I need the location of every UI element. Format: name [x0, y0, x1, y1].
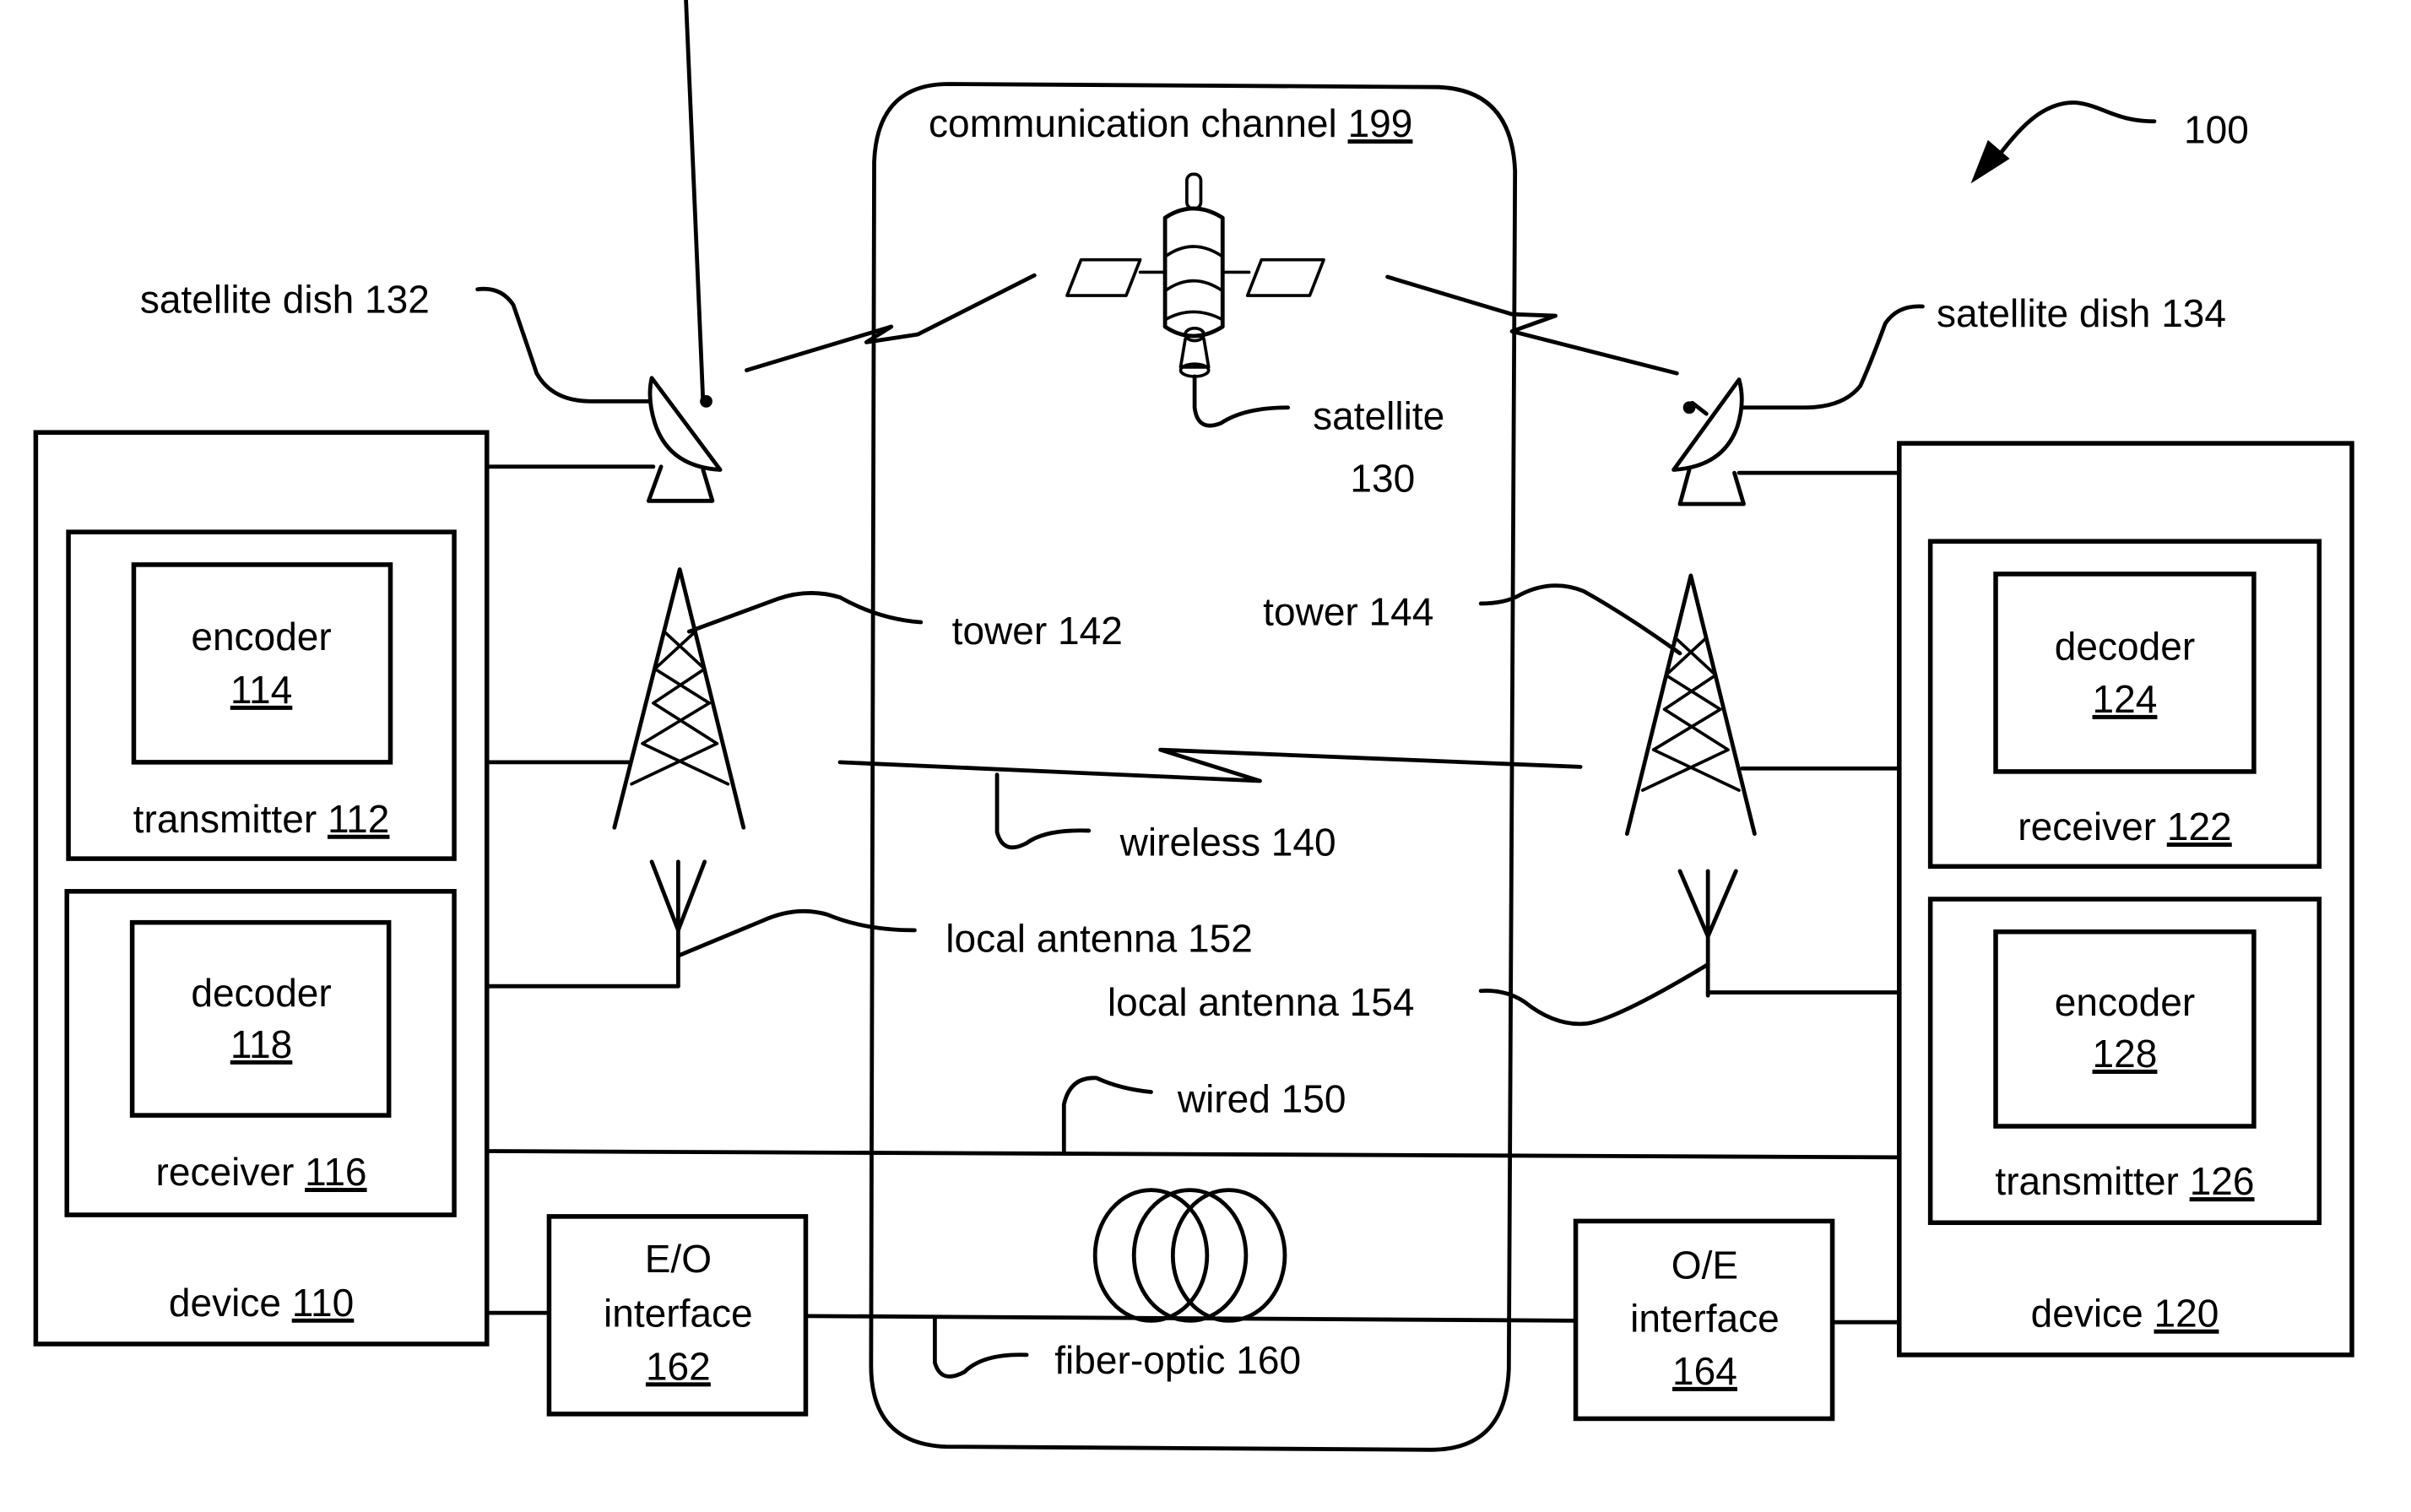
- eo-line1: E/O: [645, 1237, 712, 1281]
- decoder-124-label: decoder: [2055, 624, 2195, 668]
- fiber-leader-line: [932, 1317, 1029, 1379]
- svg-text:transmitter 126: transmitter 126: [1995, 1159, 2254, 1203]
- tower-left-label: tower 142: [952, 609, 1123, 653]
- receiver-116-label: receiver: [156, 1150, 295, 1194]
- satellite-link-right: [1385, 274, 1679, 376]
- communication-system-diagram: 100 communication channel 199 satellite …: [33, 0, 2354, 1452]
- eo-line2: interface: [604, 1292, 753, 1336]
- encoder-128-ref: 128: [2093, 1032, 2158, 1076]
- dish-right-label: satellite dish 134: [1937, 291, 2226, 335]
- figure-reference: 100: [1970, 100, 2249, 184]
- svg-text:device 120: device 120: [2031, 1292, 2219, 1336]
- satellite-dish-left-icon: [646, 0, 723, 503]
- transmitter-126-ref: 126: [2190, 1159, 2255, 1203]
- antenna-right-leader-line: [1478, 962, 1710, 1027]
- svg-text:receiver 122: receiver 122: [2018, 805, 2231, 848]
- wired-label: wired 150: [1177, 1076, 1346, 1120]
- satellite-dish-right-icon: [1671, 377, 1746, 507]
- decoder-124-box: [1993, 572, 2257, 774]
- encoder-114-box: [131, 562, 393, 765]
- decoder-118-box: [129, 919, 392, 1118]
- encoder-128-label: encoder: [2055, 980, 2195, 1024]
- oe-line1: O/E: [1671, 1244, 1738, 1287]
- antenna-left-icon: [649, 859, 707, 989]
- encoder-114-label: encoder: [191, 615, 331, 658]
- fiber-coil-icon: [1092, 1188, 1287, 1323]
- satellite-label: satellite: [1313, 394, 1444, 438]
- device-120-label: device: [2031, 1292, 2143, 1336]
- tower-right-label: tower 144: [1263, 590, 1433, 634]
- encoder-114-ref: 114: [230, 668, 292, 712]
- decoder-118-label: decoder: [191, 971, 331, 1015]
- device-110: encoder 114 transmitter 112 decoder 118 …: [33, 430, 490, 1347]
- satellite-ref: 130: [1350, 456, 1415, 500]
- svg-text:device 110: device 110: [169, 1281, 354, 1325]
- antenna-left-label: local antenna 152: [945, 917, 1253, 961]
- encoder-128-box: [1993, 929, 2257, 1129]
- wireless-leader-line: [994, 772, 1092, 850]
- receiver-116-ref: 116: [305, 1150, 366, 1194]
- antenna-right-label: local antenna 154: [1108, 980, 1415, 1024]
- wireless-label: wireless 140: [1119, 820, 1336, 864]
- channel-ref: 199: [1348, 101, 1413, 145]
- dish-right-leader-line: [1740, 304, 1925, 410]
- svg-text:transmitter 112: transmitter 112: [133, 797, 390, 841]
- satellite-icon: [1065, 172, 1325, 378]
- tower-left-leader-line: [686, 591, 924, 634]
- dish-left-leader-line: [475, 286, 653, 404]
- oe-line2: interface: [1630, 1296, 1780, 1340]
- svg-text:receiver 116: receiver 116: [156, 1150, 367, 1194]
- fiber-link-left: [804, 1314, 1578, 1323]
- svg-text:communication channel: communication channel 199: [929, 101, 1412, 145]
- transmitter-112-ref: 112: [328, 797, 389, 841]
- device-110-label: device: [169, 1281, 281, 1325]
- dish-left-label: satellite dish 132: [140, 277, 430, 321]
- satellite-leader-line: [1192, 374, 1291, 428]
- eo-ref: 162: [646, 1344, 711, 1388]
- device-120-ref: 120: [2154, 1292, 2219, 1336]
- fiber-label: fiber-optic 160: [1054, 1338, 1301, 1382]
- antenna-left-leader-line: [677, 908, 917, 957]
- transmitter-112-label: transmitter: [133, 797, 317, 841]
- oe-ref: 164: [1672, 1349, 1737, 1393]
- tower-right-icon: [1624, 573, 1757, 837]
- channel-label: communication channel: [929, 101, 1337, 145]
- figure-ref-label: 100: [2184, 108, 2249, 152]
- device-110-ref: 110: [292, 1281, 354, 1325]
- wired-leader-line: [1061, 1076, 1153, 1153]
- tower-left-icon: [612, 566, 746, 830]
- receiver-122-ref: 122: [2167, 805, 2232, 848]
- decoder-118-ref: 118: [230, 1022, 292, 1066]
- satellite-link-left: [745, 273, 1037, 372]
- transmitter-126-label: transmitter: [1995, 1159, 2178, 1203]
- decoder-124-ref: 124: [2093, 677, 2158, 721]
- wireless-link: [837, 747, 1583, 783]
- wired-link: [485, 1149, 1900, 1160]
- device-120: decoder 124 receiver 122 encoder 128 tra…: [1897, 441, 2354, 1358]
- receiver-122-label: receiver: [2018, 805, 2156, 848]
